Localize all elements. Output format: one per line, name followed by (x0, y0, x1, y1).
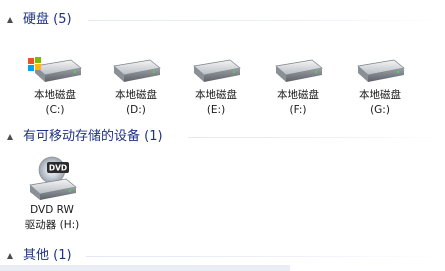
drive-name: 本地磁盘 (195, 89, 237, 101)
dvd-drive-icon: DVD (29, 156, 77, 200)
group-title-hard-disks: 硬盘 (5) (23, 12, 72, 27)
explorer-content-pane: 硬盘 (5) 本地磁盘 (C:) 本地磁盘 (D:) 本地磁盘 (E:) 本地磁… (0, 0, 445, 271)
group-divider (188, 137, 445, 138)
drive-name: 本地磁盘 (115, 89, 157, 101)
hard-drive-icon (113, 59, 161, 82)
windows-flag-blue (28, 65, 34, 71)
windows-flag-yellow (35, 64, 41, 70)
drive-name: DVD RW (30, 204, 74, 216)
drive-letter: (G:) (370, 104, 390, 116)
hard-drive-icon (275, 59, 323, 82)
drive-name: 本地磁盘 (359, 89, 401, 101)
drive-item-c[interactable]: 本地磁盘 (C:) (19, 50, 91, 124)
drive-item-d[interactable]: 本地磁盘 (D:) (100, 50, 172, 124)
drive-name: 本地磁盘 (34, 89, 76, 101)
drive-letter: (C:) (45, 104, 65, 116)
group-header-other[interactable]: 其他 (1) (0, 246, 445, 266)
hard-drive-icon (357, 59, 405, 82)
drive-letter: (F:) (289, 104, 307, 116)
group-title-removable-storage: 有可移动存储的设备 (1) (23, 129, 163, 144)
group-divider (86, 256, 445, 257)
collapse-arrow-icon[interactable] (7, 17, 13, 23)
drive-item-g[interactable]: 本地磁盘 (G:) (344, 50, 416, 124)
horizontal-scrollbar[interactable] (0, 265, 290, 271)
group-header-hard-disks[interactable]: 硬盘 (5) (0, 10, 445, 30)
drive-letter: (E:) (206, 104, 226, 116)
group-title-other: 其他 (1) (23, 248, 72, 263)
drive-letter: 驱动器 (H:) (24, 219, 80, 231)
dvd-badge-text: DVD (49, 164, 67, 173)
windows-flag-red (28, 58, 34, 64)
group-divider (88, 20, 445, 21)
drive-name: 本地磁盘 (277, 89, 319, 101)
group-header-removable-storage[interactable]: 有可移动存储的设备 (1) (0, 127, 445, 147)
hard-drive-icon (193, 59, 241, 82)
drive-letter: (D:) (126, 104, 146, 116)
drive-item-e[interactable]: 本地磁盘 (E:) (180, 50, 252, 124)
windows-flag-green (35, 57, 41, 63)
collapse-arrow-icon[interactable] (7, 253, 13, 259)
system-drive-icon (28, 57, 82, 82)
collapse-arrow-icon[interactable] (7, 134, 13, 140)
drive-item-h[interactable]: DVD DVD RW 驱动器 (H:) (16, 155, 88, 235)
drive-item-f[interactable]: 本地磁盘 (F:) (262, 50, 334, 124)
